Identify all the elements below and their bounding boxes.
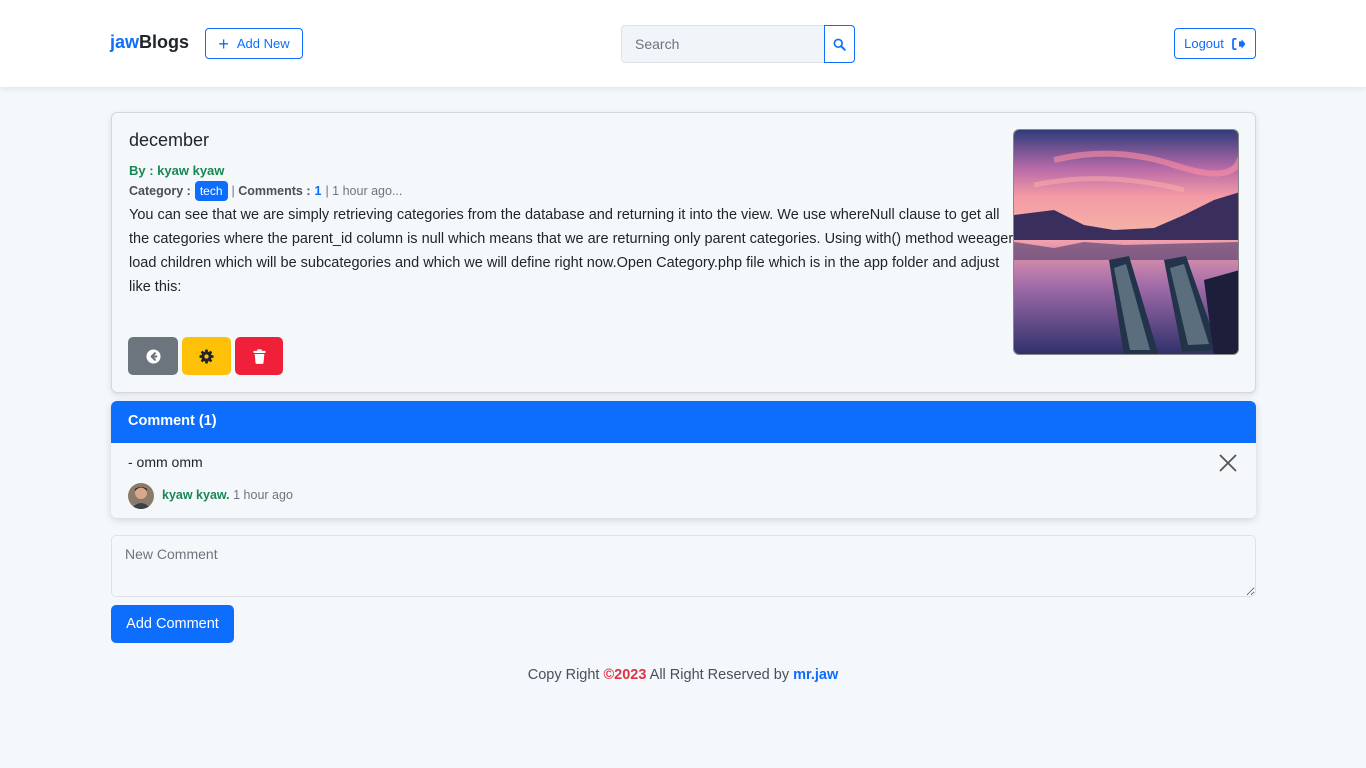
footer-author[interactable]: mr.jaw: [793, 667, 838, 683]
avatar: [128, 483, 154, 509]
user-avatar-photo: [128, 483, 154, 509]
post-image: [1013, 129, 1239, 355]
comment-time: 1 hour ago: [233, 488, 293, 502]
meta-divider: |: [325, 184, 333, 198]
trash-icon: [252, 348, 266, 364]
plus-icon: +: [218, 33, 229, 54]
brand-accent: jaw: [110, 32, 140, 52]
meta-divider: |: [231, 184, 239, 198]
lake-boats-photo: [1014, 130, 1238, 354]
logout-button[interactable]: Logout: [1174, 28, 1256, 59]
post-card: december By : kyaw kyaw Category : tech …: [111, 112, 1256, 393]
back-button[interactable]: [128, 337, 178, 375]
footer-middle: All Right Reserved by: [646, 667, 794, 683]
comments-card: Comment (1) - omm omm kyaw kyaw. 1 hour …: [111, 401, 1256, 518]
search-button[interactable]: [824, 25, 855, 63]
post-time: 1 hour ago...: [332, 184, 403, 198]
comment-text: - omm omm: [128, 454, 203, 470]
post-body: You can see that we are simply retrievin…: [129, 207, 1014, 295]
edit-button[interactable]: [182, 337, 231, 375]
footer-year: ©2023: [603, 667, 647, 683]
delete-comment-button[interactable]: [1218, 453, 1238, 473]
category-label: Category :: [129, 184, 191, 198]
close-icon: [1219, 454, 1237, 472]
comments-count[interactable]: 1: [314, 184, 321, 198]
brand-logo[interactable]: jawBlogs: [110, 32, 189, 53]
post-author: By : kyaw kyaw: [129, 163, 224, 178]
footer-prefix: Copy Right: [527, 667, 604, 683]
logout-label: Logout: [1184, 36, 1224, 51]
add-new-label: Add New: [236, 36, 290, 51]
post-meta: Category : tech | Comments : 1 | 1 hour …: [129, 181, 402, 201]
search-icon: [833, 38, 846, 51]
comment-meta: kyaw kyaw. 1 hour ago: [162, 488, 293, 502]
add-new-button[interactable]: + Add New: [205, 28, 303, 59]
arrow-left-circle-icon: [145, 348, 161, 364]
search-bar: [621, 25, 855, 63]
comments-label: Comments :: [238, 184, 311, 198]
delete-button[interactable]: [235, 337, 283, 375]
author-name: kyaw kyaw: [157, 163, 225, 178]
brand-rest: Blogs: [139, 32, 190, 52]
post-title: december: [129, 130, 210, 150]
comment-author: kyaw kyaw.: [162, 488, 230, 502]
category-badge[interactable]: tech: [194, 181, 228, 201]
author-prefix: By :: [129, 163, 158, 178]
add-comment-button[interactable]: Add Comment: [111, 605, 234, 643]
top-navbar: jawBlogs + Add New Logout: [0, 0, 1366, 87]
search-input[interactable]: [621, 25, 825, 63]
footer: Copy Right ©2023 All Right Reserved by m…: [0, 667, 1366, 683]
sign-out-icon: [1232, 37, 1246, 50]
new-comment-textarea[interactable]: [111, 535, 1256, 597]
comments-header: Comment (1): [111, 401, 1256, 443]
gear-icon: [199, 348, 214, 364]
